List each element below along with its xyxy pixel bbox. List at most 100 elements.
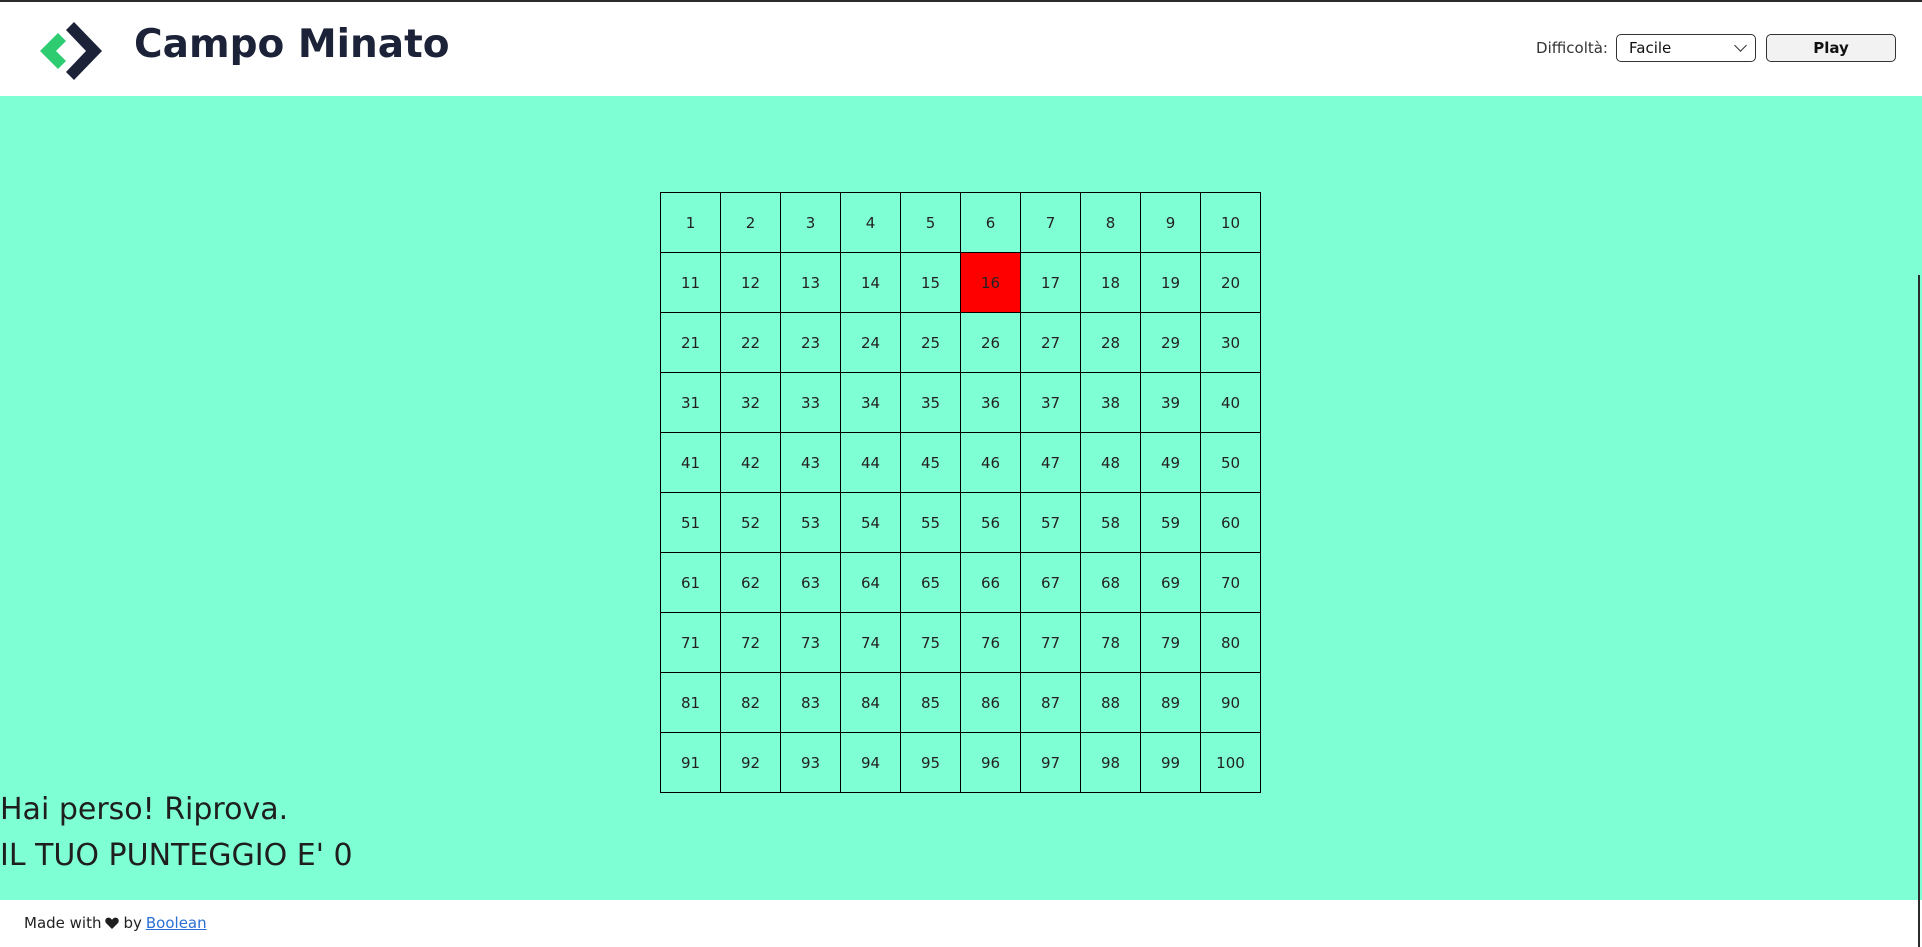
grid-cell[interactable]: 80: [1201, 613, 1261, 673]
grid-cell[interactable]: 46: [961, 433, 1021, 493]
grid-cell[interactable]: 30: [1201, 313, 1261, 373]
grid-cell[interactable]: 71: [661, 613, 721, 673]
grid-cell[interactable]: 27: [1021, 313, 1081, 373]
grid-cell[interactable]: 37: [1021, 373, 1081, 433]
grid-cell[interactable]: 78: [1081, 613, 1141, 673]
grid-cell[interactable]: 73: [781, 613, 841, 673]
grid-cell[interactable]: 66: [961, 553, 1021, 613]
grid-cell[interactable]: 59: [1141, 493, 1201, 553]
grid-cell[interactable]: 32: [721, 373, 781, 433]
grid-cell[interactable]: 21: [661, 313, 721, 373]
grid-cell[interactable]: 17: [1021, 253, 1081, 313]
grid-cell[interactable]: 98: [1081, 733, 1141, 793]
grid-cell[interactable]: 5: [901, 193, 961, 253]
grid-cell[interactable]: 97: [1021, 733, 1081, 793]
grid-cell[interactable]: 15: [901, 253, 961, 313]
grid-cell[interactable]: 24: [841, 313, 901, 373]
grid-cell[interactable]: 25: [901, 313, 961, 373]
grid-cell[interactable]: 93: [781, 733, 841, 793]
grid-cell[interactable]: 35: [901, 373, 961, 433]
grid-cell[interactable]: 68: [1081, 553, 1141, 613]
grid-cell[interactable]: 53: [781, 493, 841, 553]
grid-cell[interactable]: 67: [1021, 553, 1081, 613]
grid-cell[interactable]: 56: [961, 493, 1021, 553]
grid-cell[interactable]: 48: [1081, 433, 1141, 493]
grid-cell[interactable]: 47: [1021, 433, 1081, 493]
grid-cell[interactable]: 2: [721, 193, 781, 253]
play-button[interactable]: Play: [1766, 34, 1896, 62]
grid-cell[interactable]: 18: [1081, 253, 1141, 313]
grid-cell[interactable]: 83: [781, 673, 841, 733]
grid-cell[interactable]: 64: [841, 553, 901, 613]
grid-cell[interactable]: 52: [721, 493, 781, 553]
grid-cell[interactable]: 38: [1081, 373, 1141, 433]
grid-cell[interactable]: 94: [841, 733, 901, 793]
grid-cell[interactable]: 63: [781, 553, 841, 613]
grid-cell[interactable]: 41: [661, 433, 721, 493]
grid-cell[interactable]: 6: [961, 193, 1021, 253]
grid-cell[interactable]: 33: [781, 373, 841, 433]
grid-cell[interactable]: 90: [1201, 673, 1261, 733]
grid-cell[interactable]: 81: [661, 673, 721, 733]
grid-cell[interactable]: 12: [721, 253, 781, 313]
grid-cell[interactable]: 28: [1081, 313, 1141, 373]
grid-cell[interactable]: 77: [1021, 613, 1081, 673]
grid-cell[interactable]: 29: [1141, 313, 1201, 373]
grid-cell[interactable]: 70: [1201, 553, 1261, 613]
grid-cell[interactable]: 8: [1081, 193, 1141, 253]
grid-cell[interactable]: 57: [1021, 493, 1081, 553]
grid-cell[interactable]: 50: [1201, 433, 1261, 493]
grid-cell[interactable]: 79: [1141, 613, 1201, 673]
grid-cell[interactable]: 65: [901, 553, 961, 613]
grid-cell-bomb[interactable]: 16: [961, 253, 1021, 313]
grid-cell[interactable]: 76: [961, 613, 1021, 673]
grid-cell[interactable]: 3: [781, 193, 841, 253]
grid-cell[interactable]: 43: [781, 433, 841, 493]
grid-cell[interactable]: 26: [961, 313, 1021, 373]
grid-cell[interactable]: 13: [781, 253, 841, 313]
grid-cell[interactable]: 62: [721, 553, 781, 613]
grid-cell[interactable]: 69: [1141, 553, 1201, 613]
grid-cell[interactable]: 20: [1201, 253, 1261, 313]
grid-cell[interactable]: 14: [841, 253, 901, 313]
grid-cell[interactable]: 89: [1141, 673, 1201, 733]
grid-cell[interactable]: 31: [661, 373, 721, 433]
grid-cell[interactable]: 96: [961, 733, 1021, 793]
grid-cell[interactable]: 58: [1081, 493, 1141, 553]
grid-cell[interactable]: 19: [1141, 253, 1201, 313]
grid-cell[interactable]: 75: [901, 613, 961, 673]
grid-cell[interactable]: 49: [1141, 433, 1201, 493]
grid-cell[interactable]: 86: [961, 673, 1021, 733]
grid-cell[interactable]: 10: [1201, 193, 1261, 253]
grid-cell[interactable]: 34: [841, 373, 901, 433]
grid-cell[interactable]: 7: [1021, 193, 1081, 253]
grid-cell[interactable]: 99: [1141, 733, 1201, 793]
grid-cell[interactable]: 22: [721, 313, 781, 373]
grid-cell[interactable]: 40: [1201, 373, 1261, 433]
grid-cell[interactable]: 91: [661, 733, 721, 793]
grid-cell[interactable]: 88: [1081, 673, 1141, 733]
grid-cell[interactable]: 82: [721, 673, 781, 733]
grid-cell[interactable]: 44: [841, 433, 901, 493]
grid-cell[interactable]: 95: [901, 733, 961, 793]
grid-cell[interactable]: 9: [1141, 193, 1201, 253]
grid-cell[interactable]: 4: [841, 193, 901, 253]
grid-cell[interactable]: 36: [961, 373, 1021, 433]
grid-cell[interactable]: 11: [661, 253, 721, 313]
grid-cell[interactable]: 100: [1201, 733, 1261, 793]
grid-cell[interactable]: 39: [1141, 373, 1201, 433]
grid-cell[interactable]: 92: [721, 733, 781, 793]
grid-cell[interactable]: 54: [841, 493, 901, 553]
grid-cell[interactable]: 55: [901, 493, 961, 553]
grid-cell[interactable]: 85: [901, 673, 961, 733]
grid-cell[interactable]: 1: [661, 193, 721, 253]
grid-cell[interactable]: 42: [721, 433, 781, 493]
grid-cell[interactable]: 45: [901, 433, 961, 493]
grid-cell[interactable]: 23: [781, 313, 841, 373]
grid-cell[interactable]: 51: [661, 493, 721, 553]
grid-cell[interactable]: 84: [841, 673, 901, 733]
grid-cell[interactable]: 72: [721, 613, 781, 673]
grid-cell[interactable]: 74: [841, 613, 901, 673]
boolean-link[interactable]: Boolean: [146, 914, 207, 932]
grid-cell[interactable]: 61: [661, 553, 721, 613]
